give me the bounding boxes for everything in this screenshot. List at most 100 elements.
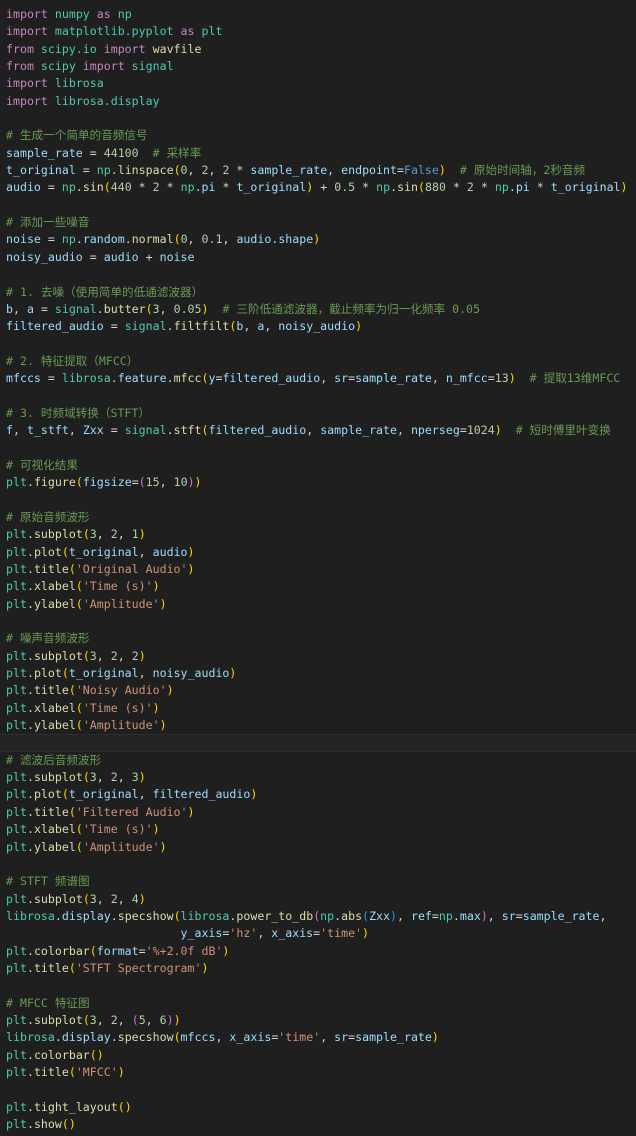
code-line[interactable]: # 2. 特征提取（MFCC）: [0, 353, 636, 370]
code-line[interactable]: [0, 440, 636, 457]
code-line[interactable]: mfccs = librosa.feature.mfcc(y=filtered_…: [0, 370, 636, 387]
code-line[interactable]: import librosa: [0, 75, 636, 92]
code-line[interactable]: plt.xlabel('Time (s)'): [0, 821, 636, 838]
code-line[interactable]: [0, 613, 636, 630]
code-token: # 采样率: [152, 145, 202, 160]
code-line[interactable]: import matplotlib.pyplot as plt: [0, 23, 636, 40]
code-line[interactable]: # 3. 时频域转换（STFT）: [0, 405, 636, 422]
code-line[interactable]: audio = np.sin(440 * 2 * np.pi * t_origi…: [0, 179, 636, 196]
code-line[interactable]: plt.ylabel('Amplitude'): [0, 839, 636, 856]
code-line[interactable]: plt.ylabel('Amplitude'): [0, 717, 636, 734]
code-line[interactable]: librosa.display.specshow(mfccs, x_axis='…: [0, 1029, 636, 1046]
code-line[interactable]: plt.tight_layout(): [0, 1099, 636, 1116]
code-line[interactable]: plt.plot(t_original, noisy_audio): [0, 665, 636, 682]
code-line[interactable]: f, t_stft, Zxx = signal.stft(filtered_au…: [0, 422, 636, 439]
code-line[interactable]: filtered_audio = signal.filtfilt(b, a, n…: [0, 318, 636, 335]
code-token: (: [131, 1012, 139, 1027]
code-line[interactable]: [0, 388, 636, 405]
code-token: .: [26, 527, 34, 542]
code-line[interactable]: plt.figure(figsize=(15, 10)): [0, 474, 636, 491]
code-token: ,: [327, 163, 342, 178]
code-line[interactable]: plt.xlabel('Time (s)'): [0, 578, 636, 595]
code-line[interactable]: [0, 734, 636, 752]
code-line[interactable]: [0, 110, 636, 127]
code-token: mfccs: [180, 1030, 216, 1045]
code-line[interactable]: plt.ylabel('Amplitude'): [0, 596, 636, 613]
code-token: display: [61, 1030, 111, 1045]
code-line[interactable]: t_original = np.linspace(0, 2, 2 * sampl…: [0, 162, 636, 179]
code-token: as: [180, 24, 195, 39]
code-line[interactable]: # 滤波后音频波形: [0, 752, 636, 769]
code-line[interactable]: [0, 1081, 636, 1098]
code-line[interactable]: plt.title('Noisy Audio'): [0, 682, 636, 699]
code-line[interactable]: plt.colorbar(): [0, 1047, 636, 1064]
code-line[interactable]: noise = np.random.normal(0, 0.1, audio.s…: [0, 231, 636, 248]
code-line[interactable]: [0, 492, 636, 509]
code-line[interactable]: plt.show(): [0, 1116, 636, 1133]
code-token: t_stft: [26, 423, 69, 438]
code-line[interactable]: [0, 977, 636, 994]
code-token: (: [75, 700, 83, 715]
code-line[interactable]: [0, 266, 636, 283]
code-token: 6: [159, 1012, 167, 1027]
code-token: y_axis: [180, 926, 223, 941]
code-line[interactable]: [0, 856, 636, 873]
code-line[interactable]: # 可视化结果: [0, 457, 636, 474]
code-token: signal: [124, 423, 167, 438]
code-token: wavfile: [152, 41, 202, 56]
code-token: ylabel: [33, 718, 76, 733]
code-line[interactable]: y_axis='hz', x_axis='time'): [0, 925, 636, 942]
code-line[interactable]: plt.title('Filtered Audio'): [0, 804, 636, 821]
code-line[interactable]: noisy_audio = audio + noise: [0, 249, 636, 266]
code-line[interactable]: # 原始音频波形: [0, 509, 636, 526]
code-token: np: [494, 180, 509, 195]
code-line[interactable]: # MFCC 特征图: [0, 995, 636, 1012]
code-line[interactable]: plt.subplot(3, 2, (5, 6)): [0, 1012, 636, 1029]
code-line[interactable]: b, a = signal.butter(3, 0.05) # 三阶低通滤波器，…: [0, 301, 636, 318]
code-line[interactable]: [0, 336, 636, 353]
code-token: .: [166, 371, 174, 386]
code-line[interactable]: # 1. 去噪（使用简单的低通滤波器）: [0, 284, 636, 301]
code-line[interactable]: sample_rate = 44100 # 采样率: [0, 145, 636, 162]
code-line[interactable]: plt.colorbar(format='%+2.0f dB'): [0, 943, 636, 960]
code-line[interactable]: plt.subplot(3, 2, 1): [0, 526, 636, 543]
code-line[interactable]: plt.plot(t_original, filtered_audio): [0, 786, 636, 803]
code-line[interactable]: plt.subplot(3, 2, 3): [0, 769, 636, 786]
code-token: ,: [215, 1030, 230, 1045]
code-token: +: [138, 249, 160, 264]
code-line[interactable]: # 生成一个简单的音频信号: [0, 127, 636, 144]
code-line[interactable]: # 噪声音频波形: [0, 630, 636, 647]
code-line[interactable]: plt.plot(t_original, audio): [0, 544, 636, 561]
code-line[interactable]: # STFT 频谱图: [0, 873, 636, 890]
code-line[interactable]: plt.xlabel('Time (s)'): [0, 700, 636, 717]
code-line[interactable]: plt.subplot(3, 2, 2): [0, 648, 636, 665]
code-token: ): [159, 718, 167, 733]
code-token: ): [187, 544, 195, 559]
code-line[interactable]: # 添加一些噪音: [0, 214, 636, 231]
code-line[interactable]: from scipy import signal: [0, 58, 636, 75]
code-token: 'Noisy Audio': [75, 683, 167, 698]
code-token: *: [355, 180, 377, 195]
code-editor[interactable]: import numpy as np import matplotlib.pypl…: [0, 0, 636, 1136]
code-line[interactable]: [0, 197, 636, 214]
code-line[interactable]: plt.title('MFCC'): [0, 1064, 636, 1081]
code-token: 5: [138, 1012, 146, 1027]
code-line[interactable]: librosa.display.specshow(librosa.power_t…: [0, 908, 636, 925]
code-token: import: [82, 59, 125, 74]
code-token: *: [529, 180, 551, 195]
code-line[interactable]: from scipy.io import wavfile: [0, 41, 636, 58]
code-token: ): [124, 1099, 132, 1114]
code-line[interactable]: plt.title('Original Audio'): [0, 561, 636, 578]
code-line[interactable]: plt.title('STFT Spectrogram'): [0, 960, 636, 977]
code-line[interactable]: import librosa.display: [0, 93, 636, 110]
code-token: 'MFCC': [75, 1064, 118, 1079]
code-line[interactable]: plt.subplot(3, 2, 4): [0, 891, 636, 908]
code-token: t_original: [68, 666, 139, 681]
code-line[interactable]: import numpy as np: [0, 6, 636, 23]
code-token: 'Filtered Audio': [75, 804, 188, 819]
code-token: .: [110, 371, 118, 386]
